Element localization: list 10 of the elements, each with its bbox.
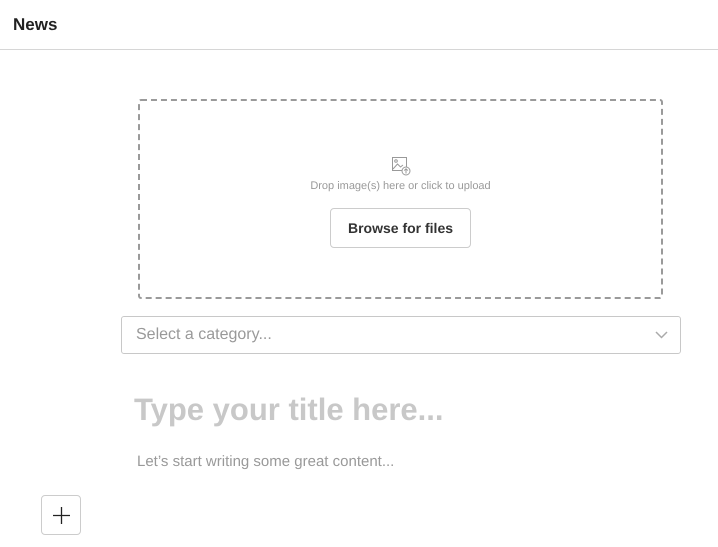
plus-icon [52, 506, 70, 524]
chevron-down-icon [655, 331, 668, 339]
content-field[interactable]: Let’s start writing some great content... [137, 451, 681, 474]
add-block-button[interactable] [41, 495, 81, 535]
image-upload-icon [390, 156, 410, 176]
category-placeholder: Select a category... [136, 325, 272, 345]
page-title: News [13, 14, 58, 36]
image-dropzone[interactable]: Drop image(s) here or click to upload Browse for files [138, 99, 663, 299]
browse-files-button[interactable]: Browse for files [330, 208, 472, 248]
upload-hint: Drop image(s) here or click to upload [310, 178, 491, 194]
